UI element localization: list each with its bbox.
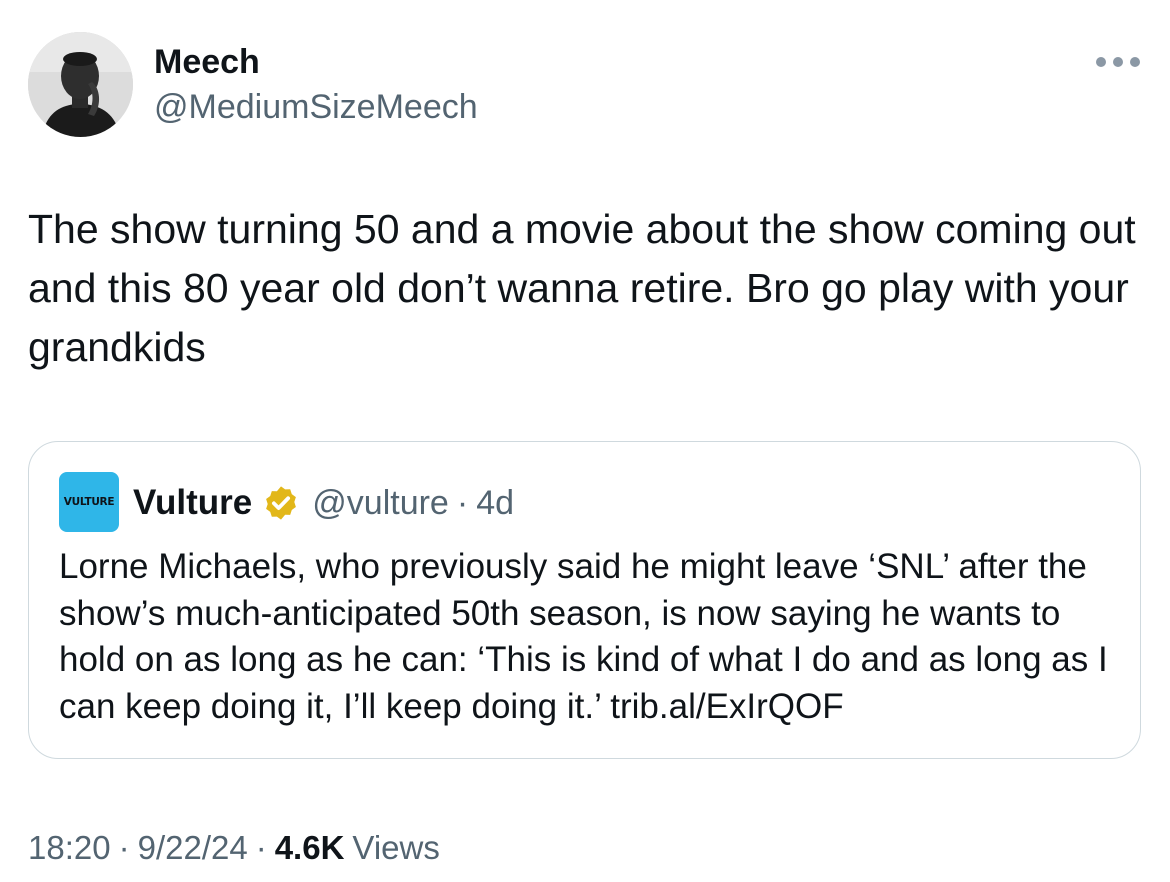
tweet-meta: 18:20 · 9/22/24 · 4.6K Views: [28, 826, 440, 870]
meta-separator: ·: [255, 829, 267, 866]
more-options-button[interactable]: [1096, 50, 1140, 74]
more-horizontal-icon: [1130, 57, 1140, 67]
quote-separator: ·: [456, 483, 469, 522]
tweet-text: The show turning 50 and a movie about th…: [28, 206, 1136, 370]
vulture-avatar[interactable]: VULTURE: [59, 472, 119, 532]
vulture-logo-text: VULTURE: [63, 496, 115, 508]
quote-timestamp[interactable]: 4d: [476, 484, 514, 523]
more-horizontal-icon: [1096, 57, 1106, 67]
quote-author-handle[interactable]: @vulture: [312, 484, 449, 523]
verified-badge-icon: [266, 486, 297, 520]
more-horizontal-icon: [1113, 57, 1123, 67]
author-avatar[interactable]: [28, 32, 133, 137]
avatar-photo: [28, 32, 133, 137]
tweet-date[interactable]: 9/22/24: [138, 829, 248, 867]
views-label: Views: [352, 829, 440, 866]
author-handle[interactable]: @MediumSizeMeech: [154, 85, 478, 129]
views-count[interactable]: 4.6K: [275, 829, 345, 867]
quote-text: Lorne Michaels, who previously said he m…: [59, 547, 1108, 726]
author-name[interactable]: Meech: [154, 40, 260, 84]
quote-author-name[interactable]: Vulture: [133, 483, 252, 523]
quote-tweet-card[interactable]: VULTURE Vulture @vulture · 4d Lorne Mich…: [28, 441, 1141, 759]
tweet-time[interactable]: 18:20: [28, 829, 111, 867]
quote-header: Vulture @vulture · 4d: [133, 478, 514, 528]
meta-separator: ·: [118, 829, 130, 866]
